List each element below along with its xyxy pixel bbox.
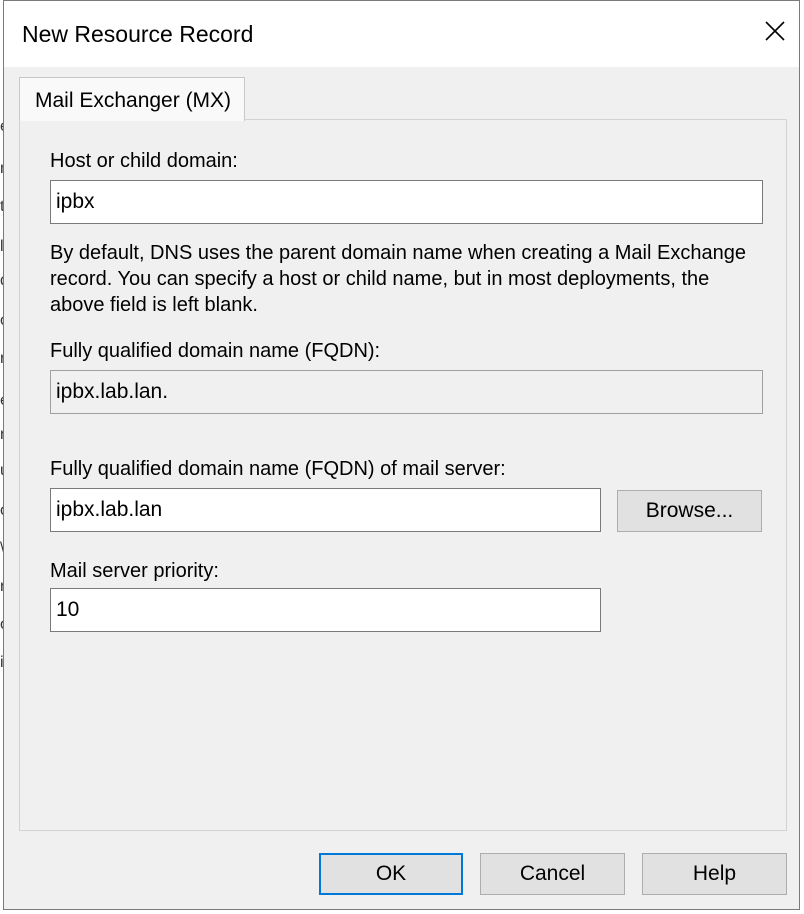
priority-input[interactable]: 10 [50, 588, 601, 632]
host-label: Host or child domain: [50, 150, 238, 172]
new-resource-record-dialog: New Resource Record Mail Exchanger (MX) … [3, 0, 800, 910]
host-input[interactable]: ipbx [50, 180, 763, 224]
fqdn-label: Fully qualified domain name (FQDN): [50, 340, 381, 362]
browse-button[interactable]: Browse... [617, 490, 762, 532]
ok-button[interactable]: OK [319, 853, 463, 895]
close-icon [765, 21, 785, 41]
tab-mail-exchanger[interactable]: Mail Exchanger (MX) [19, 77, 245, 121]
cancel-button[interactable]: Cancel [480, 853, 625, 895]
description-text: By default, DNS uses the parent domain n… [50, 242, 746, 316]
mail-server-input[interactable]: ipbx.lab.lan [50, 488, 601, 532]
mail-server-label: Fully qualified domain name (FQDN) of ma… [50, 458, 506, 480]
dialog-title: New Resource Record [22, 21, 254, 47]
priority-label: Mail server priority: [50, 560, 219, 582]
tab-panel: Host or child domain: ipbx By default, D… [19, 119, 787, 831]
help-button[interactable]: Help [642, 853, 787, 895]
close-button[interactable] [757, 11, 793, 51]
title-bar: New Resource Record [4, 1, 799, 67]
fqdn-field: ipbx.lab.lan. [50, 370, 763, 414]
